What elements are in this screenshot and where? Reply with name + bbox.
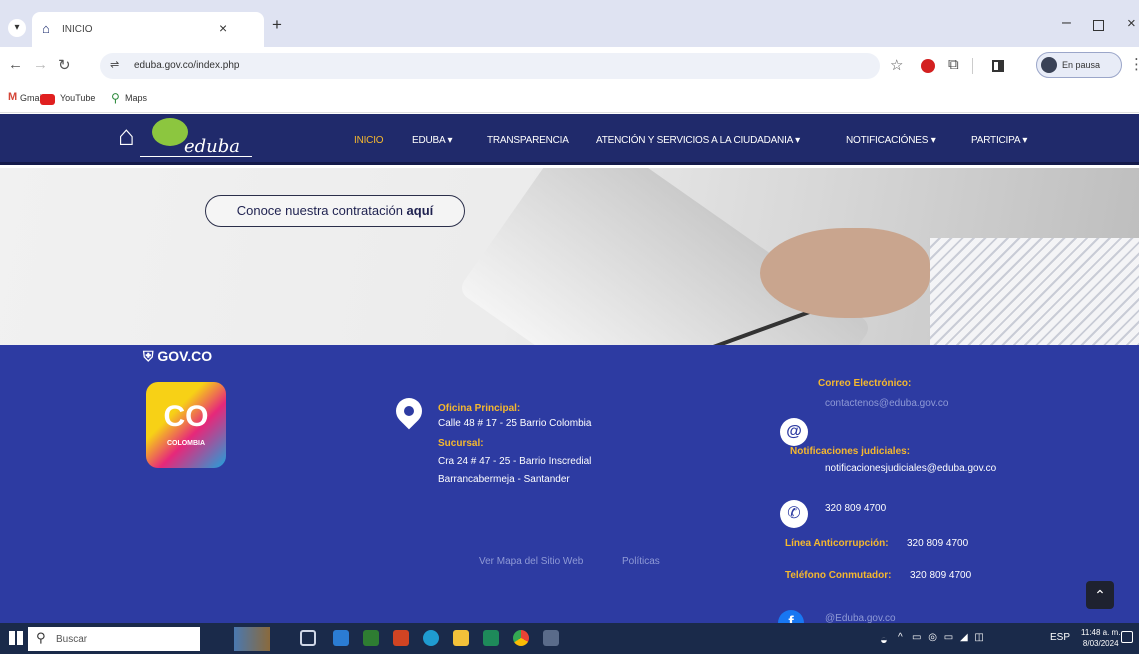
reload-button[interactable]: ↻ — [58, 56, 71, 74]
bookmarks-bar: M Gmail YouTube ⚲ Maps — [0, 85, 1139, 113]
sitemap-link[interactable]: Ver Mapa del Sitio Web — [479, 556, 583, 567]
url-text: eduba.gov.co/index.php — [134, 60, 240, 71]
email-at-icon: @ — [780, 418, 808, 446]
email-value[interactable]: contactenos@eduba.gov.co — [825, 398, 948, 409]
site-info-icon[interactable]: ⇌ — [110, 58, 119, 71]
gmail-icon: M — [8, 91, 18, 103]
notif-value[interactable]: notificacionesjudiciales@eduba.gov.co — [825, 463, 996, 474]
menu-item-participa[interactable]: PARTICIPA ▾ — [971, 135, 1027, 146]
clock-time: 11:48 a. m. — [1081, 628, 1121, 637]
taskbar-search[interactable]: ⚲ Buscar — [28, 627, 200, 651]
colombia-co-logo[interactable]: CO COLOMBIA — [146, 382, 226, 468]
scroll-to-top-button[interactable]: ⌃ — [1086, 581, 1114, 609]
anticorrupcion-label: Línea Anticorrupción: — [785, 538, 889, 549]
profile-label: En pausa — [1062, 60, 1101, 70]
co-logo-text: CO — [163, 400, 209, 433]
word-icon[interactable] — [333, 630, 349, 646]
menu-kebab-icon[interactable]: ⋮ — [1129, 55, 1139, 73]
menu-item-inicio[interactable]: INICIO — [354, 135, 384, 146]
co-logo-subtext: COLOMBIA — [166, 440, 206, 447]
hero-hand-image — [760, 228, 930, 318]
govco-logo[interactable]: ⛨ GOV.CO — [143, 348, 212, 365]
side-panel-icon[interactable] — [992, 60, 1004, 72]
branch-address-line2: Barrancabermeja - Santander — [438, 474, 570, 485]
eduba-logo-house-icon[interactable]: ⌂ — [118, 120, 135, 152]
tab-close-icon[interactable]: × — [219, 20, 227, 36]
menu-item-atencion[interactable]: ATENCIÓN Y SERVICIOS A LA CIUDADANIA ▾ — [596, 135, 800, 146]
menu-item-eduba[interactable]: EDUBA ▾ — [412, 135, 453, 146]
maps-icon: ⚲ — [111, 91, 120, 105]
home-icon: ⌂ — [42, 21, 50, 36]
clock[interactable]: 11:48 a. m. 8/03/2024 — [1081, 627, 1120, 649]
bookmark-youtube[interactable]: YouTube — [60, 93, 95, 103]
eduba-logo-tree-icon — [152, 118, 188, 146]
logo-underline — [140, 156, 252, 157]
anticorrupcion-value[interactable]: 320 809 4700 — [907, 538, 968, 549]
forward-button[interactable]: → — [33, 56, 48, 73]
search-icon: ⚲ — [36, 630, 46, 645]
widgets-icon[interactable] — [234, 627, 270, 651]
windows-start-icon[interactable] — [9, 631, 23, 645]
cta-link[interactable]: aquí — [407, 203, 434, 218]
branch-address-line1: Cra 24 # 47 - 25 - Barrio Inscredial — [438, 456, 592, 467]
hero-banner: Conoce nuestra contratación aquí — [0, 168, 1139, 345]
language-indicator[interactable]: ESP — [1050, 632, 1070, 643]
file-explorer-icon[interactable] — [453, 630, 469, 646]
tab-search-icon[interactable]: ▾ — [8, 19, 26, 37]
clock-date: 8/03/2024 — [1082, 639, 1119, 648]
conmutador-value[interactable]: 320 809 4700 — [910, 570, 971, 581]
address-bar[interactable]: ⇌ eduba.gov.co/index.php — [100, 53, 880, 79]
menu-item-notificaciones[interactable]: NOTIFICACIÓNES ▾ — [846, 135, 936, 146]
tray-chevron-icon[interactable]: ^ — [898, 632, 903, 643]
youtube-icon — [40, 94, 55, 105]
office-label: Oficina Principal: — [438, 403, 521, 414]
office-address: Calle 48 # 17 - 25 Barrio Colombia — [438, 418, 592, 429]
new-tab-button[interactable]: + — [272, 15, 282, 35]
app-icon[interactable] — [543, 630, 559, 646]
site-footer: ⛨ GOV.CO CO COLOMBIA Oficina Principal: … — [0, 345, 1139, 636]
menu-item-transparencia[interactable]: TRANSPARENCIA — [487, 135, 569, 146]
chrome-icon[interactable] — [513, 630, 529, 646]
hero-sleeve-image — [930, 238, 1139, 345]
maximize-button[interactable] — [1093, 20, 1104, 31]
minimize-button[interactable]: – — [1062, 14, 1071, 32]
profile-button[interactable]: En pausa — [1036, 52, 1122, 78]
eduba-logo-text[interactable]: eduba — [184, 136, 240, 157]
taskbar-search-placeholder: Buscar — [56, 634, 88, 645]
excel-file-icon[interactable] — [483, 630, 499, 646]
browser-tab-bar: ▾ ⌂ INICIO × + – × — [0, 0, 1139, 47]
branch-label: Sucursal: — [438, 438, 484, 449]
phone-icon: ✆ — [780, 500, 808, 528]
tray-icons[interactable]: ▭ ◎ ▭ ◢ ◫ — [912, 632, 986, 643]
contratacion-button[interactable]: Conoce nuestra contratación aquí — [205, 195, 465, 227]
edge-icon[interactable] — [423, 630, 439, 646]
weather-icon[interactable]: ◒ — [880, 632, 888, 647]
avatar — [1041, 57, 1057, 73]
phone-value[interactable]: 320 809 4700 — [825, 503, 886, 514]
conmutador-label: Teléfono Conmutador: — [785, 570, 892, 581]
location-pin-icon — [390, 392, 428, 430]
close-window-button[interactable]: × — [1127, 15, 1136, 32]
windows-taskbar: ⚲ Buscar ◒ ^ ▭ ◎ ▭ ◢ ◫ ESP 11:48 a. m. 8… — [0, 623, 1139, 654]
extensions-puzzle-icon[interactable]: ⧉ — [948, 56, 959, 73]
back-button[interactable]: ← — [8, 56, 23, 73]
task-view-icon[interactable] — [300, 630, 316, 646]
bookmark-star-icon[interactable]: ☆ — [890, 56, 903, 74]
browser-tab[interactable]: ⌂ INICIO × — [32, 12, 264, 47]
extension-icon[interactable] — [921, 59, 935, 73]
browser-toolbar: ← → ↻ ⇌ eduba.gov.co/index.php ☆ ⧉ En pa… — [0, 47, 1139, 85]
bookmark-maps[interactable]: Maps — [125, 93, 147, 103]
policies-link[interactable]: Políticas — [622, 556, 660, 567]
cta-text: Conoce nuestra contratación — [236, 203, 407, 218]
tab-title: INICIO — [62, 24, 93, 35]
site-header: ⌂ eduba INICIO EDUBA ▾ TRANSPARENCIA ATE… — [0, 114, 1139, 165]
notification-icon[interactable] — [1121, 631, 1133, 643]
excel-icon[interactable] — [363, 630, 379, 646]
notif-label: Notificaciones judiciales: — [790, 446, 911, 457]
toolbar-divider — [972, 58, 973, 74]
email-label: Correo Electrónico: — [818, 378, 912, 389]
powerpoint-icon[interactable] — [393, 630, 409, 646]
